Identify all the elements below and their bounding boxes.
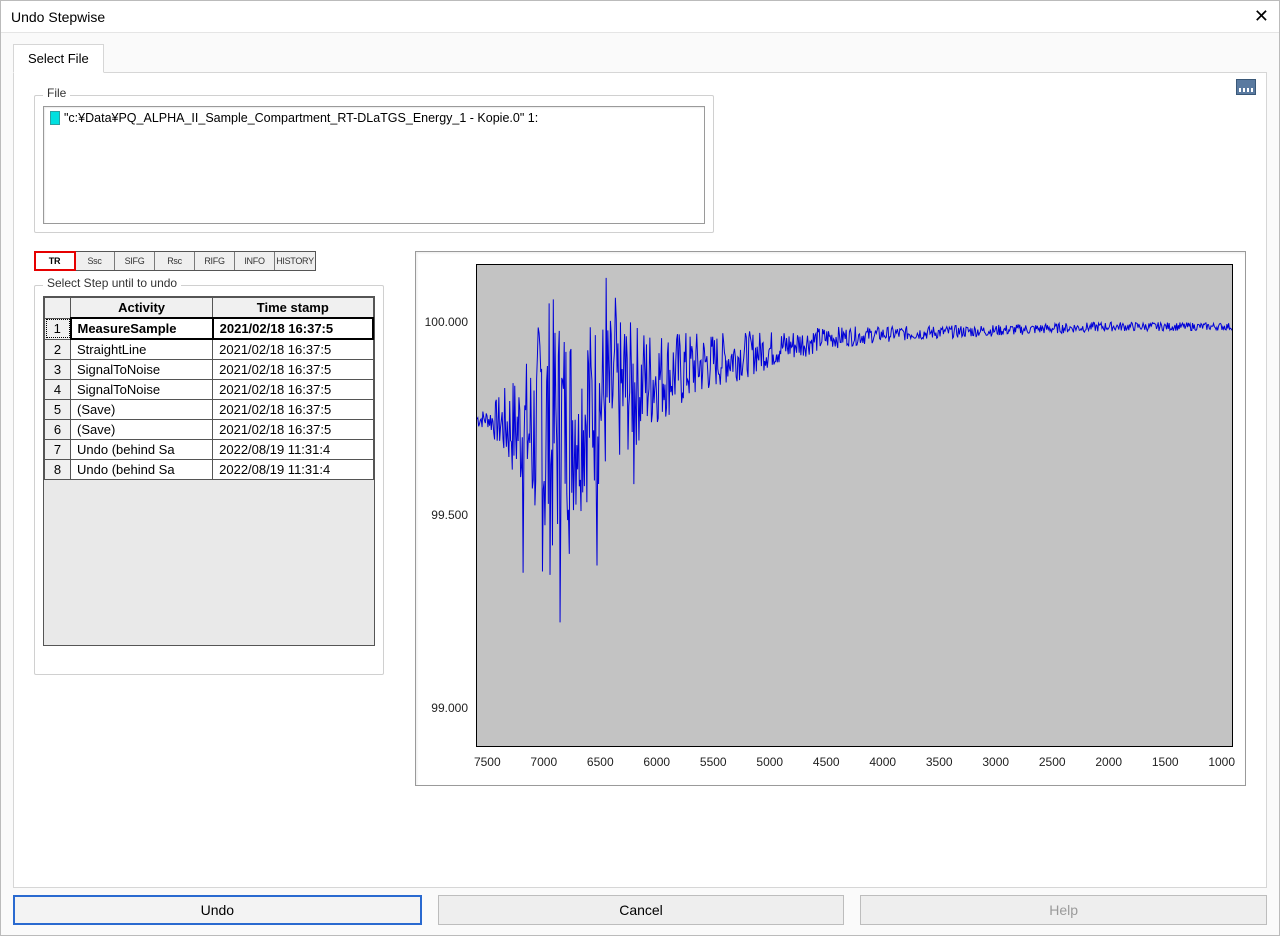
datablock-tab-history[interactable]: HISTORY xyxy=(275,252,315,270)
table-row[interactable]: 5(Save)2021/02/18 16:37:5 xyxy=(45,400,374,420)
row-timestamp: 2021/02/18 16:37:5 xyxy=(213,318,373,339)
row-activity: SignalToNoise xyxy=(71,380,213,400)
undo-button[interactable]: Undo xyxy=(13,895,422,925)
spectrum-line xyxy=(477,278,1232,623)
datablock-tab-tr[interactable]: TR xyxy=(35,252,75,270)
file-path-text: "c:¥Data¥PQ_ALPHA_II_Sample_Compartment_… xyxy=(64,111,538,125)
row-activity: Undo (behind Sa xyxy=(71,440,213,460)
row-activity: (Save) xyxy=(71,400,213,420)
row-activity: (Save) xyxy=(71,420,213,440)
row-number: 4 xyxy=(45,380,71,400)
table-row[interactable]: 1MeasureSample2021/02/18 16:37:5 xyxy=(45,318,374,339)
row-number: 1 xyxy=(45,318,71,339)
window-title: Undo Stepwise xyxy=(11,9,105,25)
chart-y-axis: 99.000 99.500 100.000 xyxy=(416,264,474,747)
steps-group-legend: Select Step until to undo xyxy=(43,276,181,290)
cancel-button[interactable]: Cancel xyxy=(438,895,845,925)
tab-strip: Select File xyxy=(13,43,1267,73)
tab-select-file[interactable]: Select File xyxy=(13,44,104,73)
row-timestamp: 2022/08/19 11:31:4 xyxy=(213,440,373,460)
row-timestamp: 2022/08/19 11:31:4 xyxy=(213,460,373,480)
x-tick-label: 4500 xyxy=(813,755,840,769)
steps-header-activity: Activity xyxy=(71,298,213,319)
steps-header-row xyxy=(45,298,71,319)
row-number: 2 xyxy=(45,339,71,360)
file-group-legend: File xyxy=(43,86,70,100)
x-tick-label: 7500 xyxy=(474,755,501,769)
file-list-item[interactable]: "c:¥Data¥PQ_ALPHA_II_Sample_Compartment_… xyxy=(50,111,698,125)
datablock-tab-sifg[interactable]: SIFG xyxy=(115,252,155,270)
steps-table-wrap: Activity Time stamp 1MeasureSample2021/0… xyxy=(43,296,375,646)
titlebar: Undo Stepwise ✕ xyxy=(1,1,1279,33)
datablock-tab-ssc[interactable]: Ssc xyxy=(75,252,115,270)
x-tick-label: 7000 xyxy=(530,755,557,769)
row-timestamp: 2021/02/18 16:37:5 xyxy=(213,400,373,420)
mid-row: TRSscSIFGRscRIFGINFOHISTORY Select Step … xyxy=(34,251,1246,786)
row-timestamp: 2021/02/18 16:37:5 xyxy=(213,360,373,380)
x-tick-label: 2000 xyxy=(1095,755,1122,769)
datablock-tabs: TRSscSIFGRscRIFGINFOHISTORY xyxy=(34,251,316,271)
table-row[interactable]: 4SignalToNoise2021/02/18 16:37:5 xyxy=(45,380,374,400)
x-tick-label: 3500 xyxy=(926,755,953,769)
y-tick-label: 100.000 xyxy=(425,315,468,329)
x-tick-label: 2500 xyxy=(1039,755,1066,769)
row-activity: Undo (behind Sa xyxy=(71,460,213,480)
row-timestamp: 2021/02/18 16:37:5 xyxy=(213,380,373,400)
close-icon[interactable]: ✕ xyxy=(1229,6,1269,27)
y-tick-label: 99.500 xyxy=(431,508,468,522)
steps-groupbox: Select Step until to undo Activity Time … xyxy=(34,285,384,675)
datablock-tab-rsc[interactable]: Rsc xyxy=(155,252,195,270)
x-tick-label: 5500 xyxy=(700,755,727,769)
undo-stepwise-dialog: Undo Stepwise ✕ Select File File "c:¥Dat… xyxy=(0,0,1280,936)
table-row[interactable]: 2StraightLine2021/02/18 16:37:5 xyxy=(45,339,374,360)
steps-header-timestamp: Time stamp xyxy=(213,298,373,319)
x-tick-label: 3000 xyxy=(982,755,1009,769)
chart-plot-area xyxy=(476,264,1233,747)
row-number: 8 xyxy=(45,460,71,480)
row-number: 6 xyxy=(45,420,71,440)
tab-content: File "c:¥Data¥PQ_ALPHA_II_Sample_Compart… xyxy=(13,73,1267,888)
x-tick-label: 1500 xyxy=(1152,755,1179,769)
file-color-swatch-icon xyxy=(50,111,60,125)
steps-table[interactable]: Activity Time stamp 1MeasureSample2021/0… xyxy=(44,297,374,480)
x-tick-label: 1000 xyxy=(1208,755,1235,769)
datablock-tab-info[interactable]: INFO xyxy=(235,252,275,270)
left-column: TRSscSIFGRscRIFGINFOHISTORY Select Step … xyxy=(34,251,389,693)
row-activity: MeasureSample xyxy=(71,318,213,339)
table-row[interactable]: 8Undo (behind Sa2022/08/19 11:31:4 xyxy=(45,460,374,480)
y-tick-label: 99.000 xyxy=(431,701,468,715)
ruler-icon[interactable] xyxy=(1236,79,1256,95)
table-row[interactable]: 6(Save)2021/02/18 16:37:5 xyxy=(45,420,374,440)
row-number: 5 xyxy=(45,400,71,420)
table-row[interactable]: 7Undo (behind Sa2022/08/19 11:31:4 xyxy=(45,440,374,460)
row-timestamp: 2021/02/18 16:37:5 xyxy=(213,420,373,440)
x-tick-label: 6000 xyxy=(643,755,670,769)
steps-empty-area xyxy=(44,480,374,646)
x-tick-label: 5000 xyxy=(756,755,783,769)
row-activity: SignalToNoise xyxy=(71,360,213,380)
chart-panel[interactable]: 99.000 99.500 100.000 7500 7000 6500 6000 5500… xyxy=(415,251,1246,786)
datablock-tab-rifg[interactable]: RIFG xyxy=(195,252,235,270)
row-number: 3 xyxy=(45,360,71,380)
x-tick-label: 4000 xyxy=(869,755,896,769)
help-button[interactable]: Help xyxy=(860,895,1267,925)
row-activity: StraightLine xyxy=(71,339,213,360)
chart-x-axis: 7500 7000 6500 6000 5500 5000 4500 4000 3500 3000… xyxy=(476,753,1233,775)
client-area: Select File File "c:¥Data¥PQ_ALPHA_II_Sa… xyxy=(1,33,1279,935)
row-timestamp: 2021/02/18 16:37:5 xyxy=(213,339,373,360)
footer-buttons: Undo Cancel Help xyxy=(13,895,1267,925)
row-number: 7 xyxy=(45,440,71,460)
table-row[interactable]: 3SignalToNoise2021/02/18 16:37:5 xyxy=(45,360,374,380)
file-groupbox: File "c:¥Data¥PQ_ALPHA_II_Sample_Compart… xyxy=(34,95,714,233)
file-list[interactable]: "c:¥Data¥PQ_ALPHA_II_Sample_Compartment_… xyxy=(43,106,705,224)
x-tick-label: 6500 xyxy=(587,755,614,769)
